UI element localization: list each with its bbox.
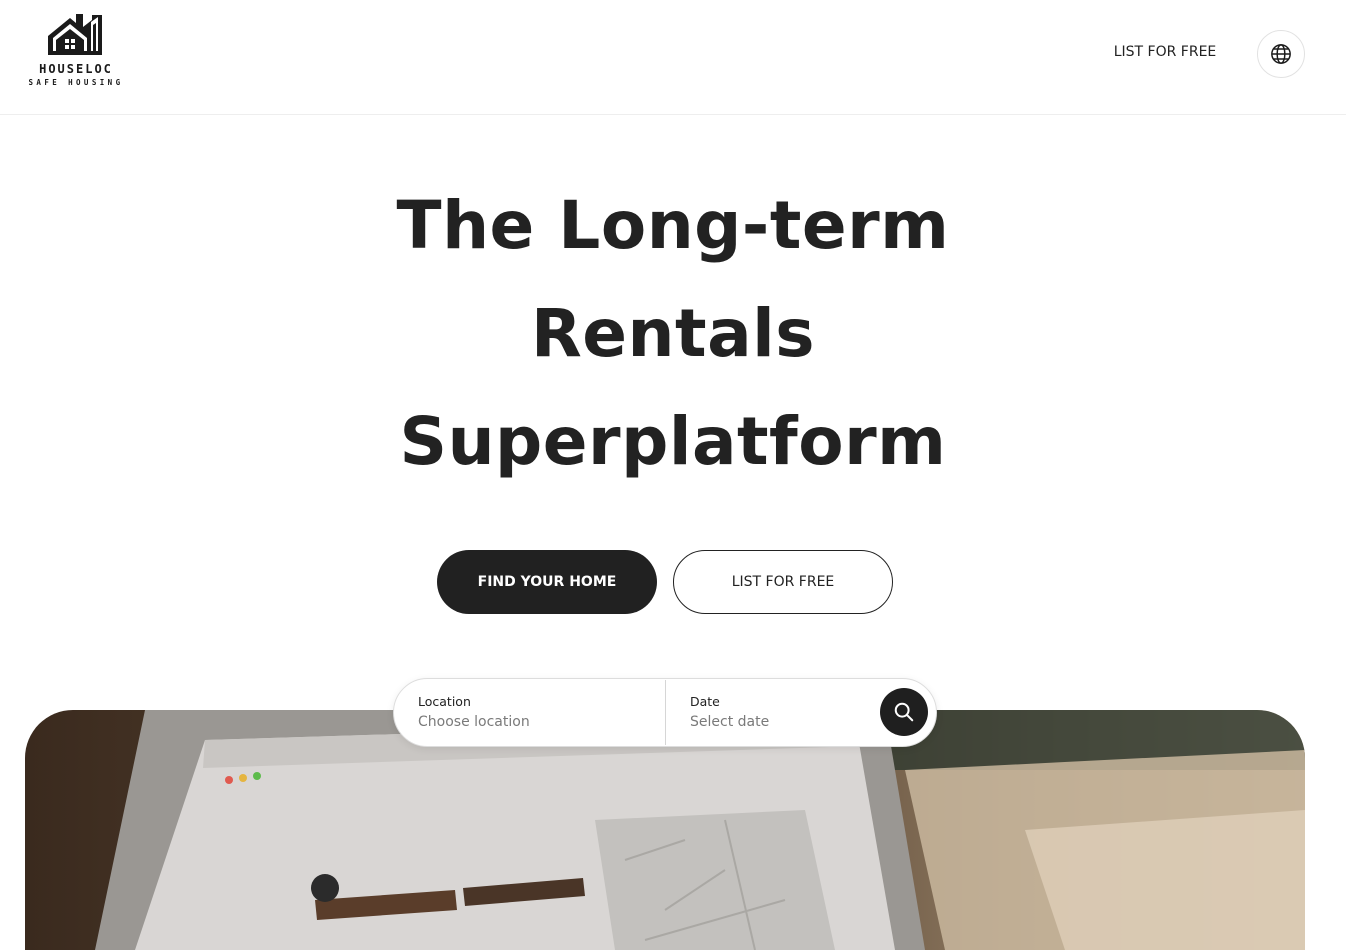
location-field[interactable]: Location Choose location (394, 679, 665, 746)
globe-icon (1271, 44, 1291, 64)
location-label: Location (418, 694, 471, 709)
date-input[interactable]: Select date (690, 714, 769, 730)
location-input[interactable]: Choose location (418, 714, 530, 730)
date-label: Date (690, 694, 720, 709)
find-your-home-button[interactable]: FIND YOUR HOME (437, 550, 657, 614)
house-logo-icon (48, 14, 102, 55)
search-icon (894, 702, 914, 722)
houseloc-logo[interactable]: HOUSELOC SAFE HOUSING (24, 12, 128, 92)
search-button[interactable] (880, 688, 928, 736)
logo-tagline: SAFE HOUSING (28, 78, 124, 87)
hero-title: The Long-term Rentals Superplatform (396, 187, 950, 480)
language-button[interactable] (1257, 30, 1305, 78)
header-list-for-free-link[interactable]: LIST FOR FREE (1098, 44, 1232, 60)
list-for-free-button[interactable]: LIST FOR FREE (673, 550, 893, 614)
date-field[interactable]: Date Select date (666, 679, 876, 746)
logo-wordmark: HOUSELOC (39, 62, 113, 76)
search-bar: Location Choose location Date Select dat… (393, 678, 937, 747)
site-header: HOUSELOC SAFE HOUSING LIST FOR FREE (0, 0, 1346, 115)
